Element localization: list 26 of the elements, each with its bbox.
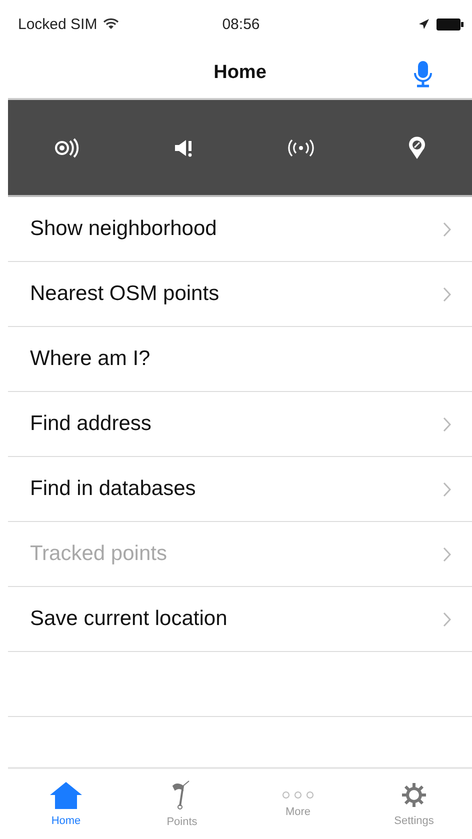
menu-item[interactable]: Find in databases — [8, 457, 472, 522]
menu-item[interactable]: Show neighborhood — [8, 197, 472, 262]
menu-item[interactable]: Find address — [8, 392, 472, 457]
map-pin-icon — [408, 136, 426, 160]
settings-icon — [400, 781, 428, 809]
menu-item[interactable]: Nearest OSM points — [8, 262, 472, 327]
home-icon — [49, 781, 83, 809]
more-icon — [281, 790, 315, 800]
status-time: 08:56 — [222, 16, 260, 32]
wifi-icon — [103, 18, 120, 30]
radar-icon — [54, 136, 80, 158]
location-arrow-icon — [418, 18, 430, 30]
chevron-icon — [443, 482, 452, 496]
broadcast-icon — [287, 138, 316, 158]
carrier-label: Locked SIM — [18, 16, 98, 32]
chevron-icon — [443, 222, 452, 236]
chevron-icon — [443, 546, 452, 562]
menu-item[interactable]: Save current location — [8, 587, 472, 652]
chevron-icon — [443, 286, 452, 302]
chevron-icon — [443, 612, 452, 626]
chevron-icon — [443, 416, 452, 432]
battery-icon — [436, 18, 464, 30]
microphone-icon[interactable] — [414, 60, 432, 88]
page-title: Home — [214, 62, 266, 84]
menu-item[interactable]: Where am I? — [8, 327, 472, 392]
tab-button[interactable]: Home — [16, 769, 116, 839]
